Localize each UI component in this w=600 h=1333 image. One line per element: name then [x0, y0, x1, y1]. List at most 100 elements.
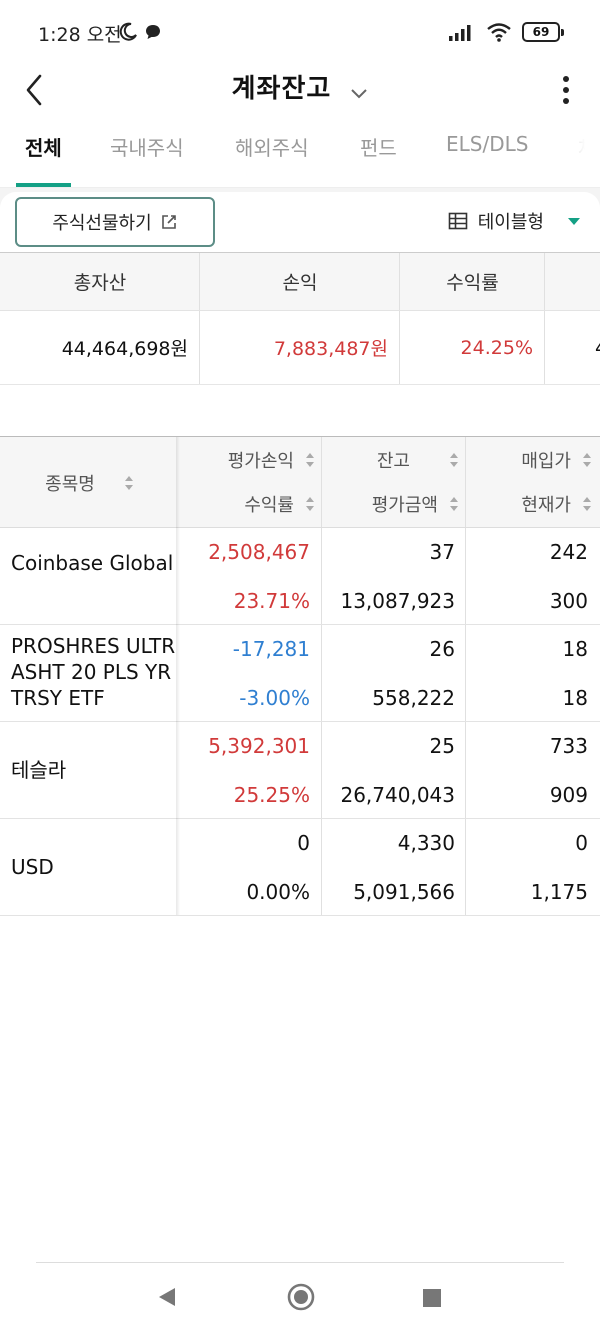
holding-name: 테슬라 [11, 758, 67, 782]
system-recents-button[interactable] [422, 1288, 442, 1312]
summary-header-return: 수익률 [446, 272, 499, 294]
header-cur-label: 현재가 [521, 495, 571, 516]
frozen-column-shadow [176, 437, 180, 915]
sort-icon [450, 497, 458, 511]
holdings-table: 종목명 평가손익 수익률 잔고 평가금액 매입가 현재가 Coinbase Gl… [0, 436, 600, 916]
header-eval-label: 평가금액 [371, 495, 438, 516]
header: 계좌잔고 [0, 62, 600, 118]
sort-by-qty[interactable]: 잔고 [322, 445, 458, 475]
triangle-back-icon [159, 1288, 175, 1306]
header-qty-label: 잔고 [376, 451, 410, 472]
more-menu-button[interactable] [554, 72, 578, 108]
page-title: 계좌잔고 [231, 74, 332, 104]
holding-current-price: 1,175 [530, 880, 588, 904]
holding-buy-price: 733 [549, 734, 588, 758]
battery-level: 69 [532, 25, 550, 39]
holding-row[interactable]: 테슬라 5,392,301 25.25% 25 26,740,043 733 9… [0, 722, 600, 819]
tab-els-dls[interactable]: ELS/DLS [446, 132, 528, 156]
sort-icon [306, 497, 314, 511]
holding-buy-price: 18 [562, 637, 588, 661]
holding-pnl: 0 [297, 831, 310, 855]
header-rate-label: 수익률 [244, 495, 294, 516]
wifi-icon [487, 23, 511, 42]
square-recents-icon [423, 1289, 441, 1307]
active-tab-indicator [16, 183, 71, 187]
system-home-button[interactable] [287, 1283, 315, 1315]
sort-icon [124, 475, 133, 490]
view-mode-selector[interactable]: 테이블형 [448, 208, 580, 234]
holding-name: Coinbase Global [11, 551, 174, 575]
holding-row[interactable]: Coinbase Global 2,508,467 23.71% 37 13,0… [0, 528, 600, 625]
toolbar: 주식선물하기 테이블형 [0, 188, 600, 252]
title-dropdown[interactable]: 계좌잔고 [0, 68, 600, 105]
holding-eval: 13,087,923 [340, 589, 455, 613]
holding-current-price: 300 [549, 589, 588, 613]
sort-by-current-price[interactable]: 현재가 [466, 489, 591, 519]
holding-eval: 558,222 [372, 686, 455, 710]
holding-rate: 23.71% [233, 589, 310, 613]
holding-name: USD [11, 855, 54, 879]
caret-down-icon [568, 217, 580, 225]
sort-by-buy-price[interactable]: 매입가 [466, 445, 591, 475]
total-assets-value: 44,464,698원 [61, 338, 188, 360]
tab-funds[interactable]: 펀드 [360, 132, 397, 161]
holding-qty: 25 [429, 734, 455, 758]
holding-qty: 26 [429, 637, 455, 661]
return-value: 24.25% [460, 336, 533, 359]
sort-icon [583, 497, 591, 511]
header-name-label: 종목명 [45, 473, 95, 495]
summary-header-total-assets: 총자산 [73, 272, 127, 294]
holding-buy-price: 242 [549, 540, 588, 564]
table-icon [448, 212, 468, 230]
tab-scroll-fade [550, 118, 600, 186]
pnl-value: 7,883,487원 [273, 338, 388, 360]
stock-futures-button[interactable]: 주식선물하기 [15, 197, 215, 247]
sort-by-rate[interactable]: 수익률 [182, 489, 314, 519]
chevron-down-icon [351, 88, 368, 98]
sort-icon [450, 453, 458, 467]
view-mode-label: 테이블형 [477, 212, 544, 233]
chat-bubble-icon [146, 25, 160, 39]
holding-eval: 26,740,043 [340, 783, 455, 807]
sort-icon [306, 453, 314, 467]
stock-futures-label: 주식선물하기 [52, 213, 152, 234]
holding-eval: 5,091,566 [353, 880, 455, 904]
battery-icon: 69 [522, 22, 564, 42]
holding-rate: 25.25% [233, 783, 310, 807]
holding-qty: 37 [429, 540, 455, 564]
holding-row[interactable]: PROSHRES ULTRASHT 20 PLS YR TRSY ETF -17… [0, 625, 600, 722]
holding-row[interactable]: USD 0 0.00% 4,330 5,091,566 0 1,175 [0, 819, 600, 916]
category-tabs: 전체 국내주식 해외주식 펀드 ELS/DLS 채 [0, 118, 600, 188]
account-summary: 총자산 손익 수익률 44,464,698원 7,883,487원 24.25%… [0, 252, 600, 385]
sort-by-pnl[interactable]: 평가손익 [182, 445, 314, 475]
holding-qty: 4,330 [397, 831, 455, 855]
status-bar: 1:28 오전 69 [0, 0, 600, 62]
header-buy-label: 매입가 [521, 451, 571, 472]
signal-icon [449, 25, 471, 41]
holdings-header: 종목명 평가손익 수익률 잔고 평가금액 매입가 현재가 [0, 437, 600, 528]
holding-rate: 0.00% [246, 880, 310, 904]
tab-overseas-stocks[interactable]: 해외주식 [235, 132, 309, 161]
holding-rate: -3.00% [239, 686, 310, 710]
status-time: 1:28 오전 [38, 24, 122, 46]
summary-header: 총자산 손익 수익률 [0, 253, 600, 311]
circle-home-icon [287, 1283, 315, 1311]
external-link-icon [161, 215, 176, 229]
holding-name: PROSHRES ULTRASHT 20 PLS YR TRSY ETF [11, 634, 176, 710]
tab-domestic-stocks[interactable]: 국내주식 [110, 132, 184, 161]
header-pnl-label: 평가손익 [227, 451, 294, 472]
more-vertical-icon [563, 76, 569, 104]
sort-by-eval[interactable]: 평가금액 [322, 489, 458, 519]
moon-icon [119, 22, 137, 41]
overflow-value: 4 [595, 311, 600, 384]
sort-by-name[interactable]: 종목명 [0, 437, 178, 528]
holding-current-price: 909 [549, 783, 588, 807]
summary-header-pnl: 손익 [282, 272, 318, 294]
holding-pnl: 2,508,467 [208, 540, 310, 564]
tab-all[interactable]: 전체 [25, 132, 62, 161]
holding-buy-price: 0 [575, 831, 588, 855]
system-back-button[interactable] [156, 1286, 178, 1312]
nav-divider [36, 1262, 564, 1263]
summary-values: 44,464,698원 7,883,487원 24.25% 4 [0, 311, 600, 385]
holding-pnl: 5,392,301 [208, 734, 310, 758]
